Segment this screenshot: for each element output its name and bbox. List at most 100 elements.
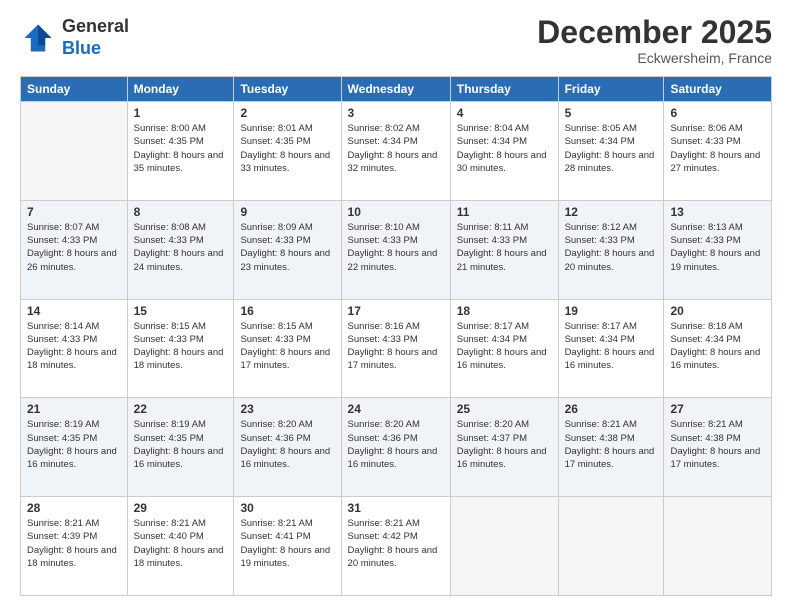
day-number: 9 — [240, 205, 334, 219]
day-info: Sunrise: 8:21 AM Sunset: 4:38 PM Dayligh… — [670, 418, 765, 471]
day-info: Sunrise: 8:13 AM Sunset: 4:33 PM Dayligh… — [670, 221, 765, 274]
day-cell-2-2: 16Sunrise: 8:15 AM Sunset: 4:33 PM Dayli… — [234, 299, 341, 398]
day-number: 30 — [240, 501, 334, 515]
day-cell-3-3: 24 Sunrise: 8:20 AM Sunset: 4:36 PM Dayli… — [341, 398, 450, 497]
col-header-sunday: Sunday — [21, 77, 128, 102]
week-row-1: 7 Sunrise: 8:07 AM Sunset: 4:33 PM Daylig… — [21, 200, 772, 299]
logo-icon — [20, 20, 56, 56]
day-cell-1-4: 11Sunrise: 8:11 AM Sunset: 4:33 PM Dayli… — [450, 200, 558, 299]
day-info: Sunrise: 8:14 AM Sunset: 4:33 PM Dayligh… — [27, 320, 121, 373]
day-info: Sunrise: 8:20 AM Sunset: 4:36 PM Dayligh… — [240, 418, 334, 471]
day-number: 18 — [457, 304, 552, 318]
day-number: 22 — [134, 402, 228, 416]
day-info: Sunrise: 8:17 AM Sunset: 4:34 PM Dayligh… — [457, 320, 552, 373]
logo: General Blue — [20, 16, 129, 59]
day-number: 28 — [27, 501, 121, 515]
day-number: 7 — [27, 205, 121, 219]
col-header-saturday: Saturday — [664, 77, 772, 102]
day-info: Sunrise: 8:12 AM Sunset: 4:33 PM Dayligh… — [565, 221, 658, 274]
day-info: Sunrise: 8:17 AM Sunset: 4:34 PM Dayligh… — [565, 320, 658, 373]
day-number: 8 — [134, 205, 228, 219]
day-cell-1-3: 10 Sunrise: 8:10 AM Sunset: 4:33 PM Dayli… — [341, 200, 450, 299]
logo-general: General — [62, 16, 129, 36]
day-cell-4-2: 30 Sunrise: 8:21 AM Sunset: 4:41 PM Dayli… — [234, 497, 341, 596]
col-header-tuesday: Tuesday — [234, 77, 341, 102]
day-info: Sunrise: 8:01 AM Sunset: 4:35 PM Dayligh… — [240, 122, 334, 175]
col-header-thursday: Thursday — [450, 77, 558, 102]
day-info: Sunrise: 8:09 AM Sunset: 4:33 PM Dayligh… — [240, 221, 334, 274]
day-cell-3-4: 25 Sunrise: 8:20 AM Sunset: 4:37 PM Dayli… — [450, 398, 558, 497]
day-cell-3-2: 23 Sunrise: 8:20 AM Sunset: 4:36 PM Dayli… — [234, 398, 341, 497]
day-cell-0-2: 2 Sunrise: 8:01 AM Sunset: 4:35 PM Daylig… — [234, 102, 341, 201]
day-number: 29 — [134, 501, 228, 515]
day-info: Sunrise: 8:20 AM Sunset: 4:37 PM Dayligh… — [457, 418, 552, 471]
day-number: 17 — [348, 304, 444, 318]
day-cell-2-6: 20Sunrise: 8:18 AM Sunset: 4:34 PM Dayli… — [664, 299, 772, 398]
col-header-monday: Monday — [127, 77, 234, 102]
day-info: Sunrise: 8:00 AM Sunset: 4:35 PM Dayligh… — [134, 122, 228, 175]
day-number: 10 — [348, 205, 444, 219]
week-row-2: 14Sunrise: 8:14 AM Sunset: 4:33 PM Dayli… — [21, 299, 772, 398]
day-cell-0-0 — [21, 102, 128, 201]
logo-text: General Blue — [62, 16, 129, 59]
day-info: Sunrise: 8:06 AM Sunset: 4:33 PM Dayligh… — [670, 122, 765, 175]
logo-blue: Blue — [62, 38, 101, 58]
day-number: 1 — [134, 106, 228, 120]
title-block: December 2025 Eckwersheim, France — [537, 16, 772, 66]
day-info: Sunrise: 8:19 AM Sunset: 4:35 PM Dayligh… — [134, 418, 228, 471]
day-number: 15 — [134, 304, 228, 318]
day-info: Sunrise: 8:15 AM Sunset: 4:33 PM Dayligh… — [134, 320, 228, 373]
day-info: Sunrise: 8:21 AM Sunset: 4:41 PM Dayligh… — [240, 517, 334, 570]
day-cell-3-6: 27 Sunrise: 8:21 AM Sunset: 4:38 PM Dayli… — [664, 398, 772, 497]
day-number: 16 — [240, 304, 334, 318]
day-number: 11 — [457, 205, 552, 219]
day-info: Sunrise: 8:21 AM Sunset: 4:42 PM Dayligh… — [348, 517, 444, 570]
day-cell-0-3: 3 Sunrise: 8:02 AM Sunset: 4:34 PM Daylig… — [341, 102, 450, 201]
day-number: 13 — [670, 205, 765, 219]
day-cell-2-3: 17Sunrise: 8:16 AM Sunset: 4:33 PM Dayli… — [341, 299, 450, 398]
day-number: 23 — [240, 402, 334, 416]
day-info: Sunrise: 8:19 AM Sunset: 4:35 PM Dayligh… — [27, 418, 121, 471]
day-info: Sunrise: 8:02 AM Sunset: 4:34 PM Dayligh… — [348, 122, 444, 175]
day-cell-2-0: 14Sunrise: 8:14 AM Sunset: 4:33 PM Dayli… — [21, 299, 128, 398]
day-number: 24 — [348, 402, 444, 416]
header-row: Sunday Monday Tuesday Wednesday Thursday… — [21, 77, 772, 102]
day-cell-4-6 — [664, 497, 772, 596]
day-cell-3-1: 22 Sunrise: 8:19 AM Sunset: 4:35 PM Dayli… — [127, 398, 234, 497]
day-cell-4-3: 31 Sunrise: 8:21 AM Sunset: 4:42 PM Dayli… — [341, 497, 450, 596]
day-info: Sunrise: 8:07 AM Sunset: 4:33 PM Dayligh… — [27, 221, 121, 274]
day-number: 2 — [240, 106, 334, 120]
day-cell-2-1: 15 Sunrise: 8:15 AM Sunset: 4:33 PM Dayli… — [127, 299, 234, 398]
day-cell-4-4 — [450, 497, 558, 596]
day-cell-1-5: 12 Sunrise: 8:12 AM Sunset: 4:33 PM Dayli… — [558, 200, 664, 299]
week-row-4: 28Sunrise: 8:21 AM Sunset: 4:39 PM Dayli… — [21, 497, 772, 596]
day-cell-3-5: 26 Sunrise: 8:21 AM Sunset: 4:38 PM Dayli… — [558, 398, 664, 497]
day-cell-4-0: 28Sunrise: 8:21 AM Sunset: 4:39 PM Dayli… — [21, 497, 128, 596]
day-info: Sunrise: 8:21 AM Sunset: 4:40 PM Dayligh… — [134, 517, 228, 570]
day-cell-4-1: 29 Sunrise: 8:21 AM Sunset: 4:40 PM Dayli… — [127, 497, 234, 596]
day-number: 12 — [565, 205, 658, 219]
day-number: 31 — [348, 501, 444, 515]
day-cell-1-0: 7 Sunrise: 8:07 AM Sunset: 4:33 PM Daylig… — [21, 200, 128, 299]
day-info: Sunrise: 8:08 AM Sunset: 4:33 PM Dayligh… — [134, 221, 228, 274]
day-cell-3-0: 21Sunrise: 8:19 AM Sunset: 4:35 PM Dayli… — [21, 398, 128, 497]
day-cell-1-6: 13 Sunrise: 8:13 AM Sunset: 4:33 PM Dayli… — [664, 200, 772, 299]
day-cell-0-5: 5Sunrise: 8:05 AM Sunset: 4:34 PM Daylig… — [558, 102, 664, 201]
day-cell-2-4: 18 Sunrise: 8:17 AM Sunset: 4:34 PM Dayli… — [450, 299, 558, 398]
header: General Blue December 2025 Eckwersheim, … — [20, 16, 772, 66]
day-number: 25 — [457, 402, 552, 416]
day-cell-4-5 — [558, 497, 664, 596]
day-info: Sunrise: 8:21 AM Sunset: 4:38 PM Dayligh… — [565, 418, 658, 471]
subtitle: Eckwersheim, France — [537, 50, 772, 66]
week-row-0: 1 Sunrise: 8:00 AM Sunset: 4:35 PM Daylig… — [21, 102, 772, 201]
day-number: 3 — [348, 106, 444, 120]
day-number: 5 — [565, 106, 658, 120]
day-number: 27 — [670, 402, 765, 416]
day-number: 26 — [565, 402, 658, 416]
col-header-wednesday: Wednesday — [341, 77, 450, 102]
day-info: Sunrise: 8:10 AM Sunset: 4:33 PM Dayligh… — [348, 221, 444, 274]
day-info: Sunrise: 8:04 AM Sunset: 4:34 PM Dayligh… — [457, 122, 552, 175]
day-cell-0-1: 1 Sunrise: 8:00 AM Sunset: 4:35 PM Daylig… — [127, 102, 234, 201]
day-info: Sunrise: 8:20 AM Sunset: 4:36 PM Dayligh… — [348, 418, 444, 471]
calendar: Sunday Monday Tuesday Wednesday Thursday… — [20, 76, 772, 596]
